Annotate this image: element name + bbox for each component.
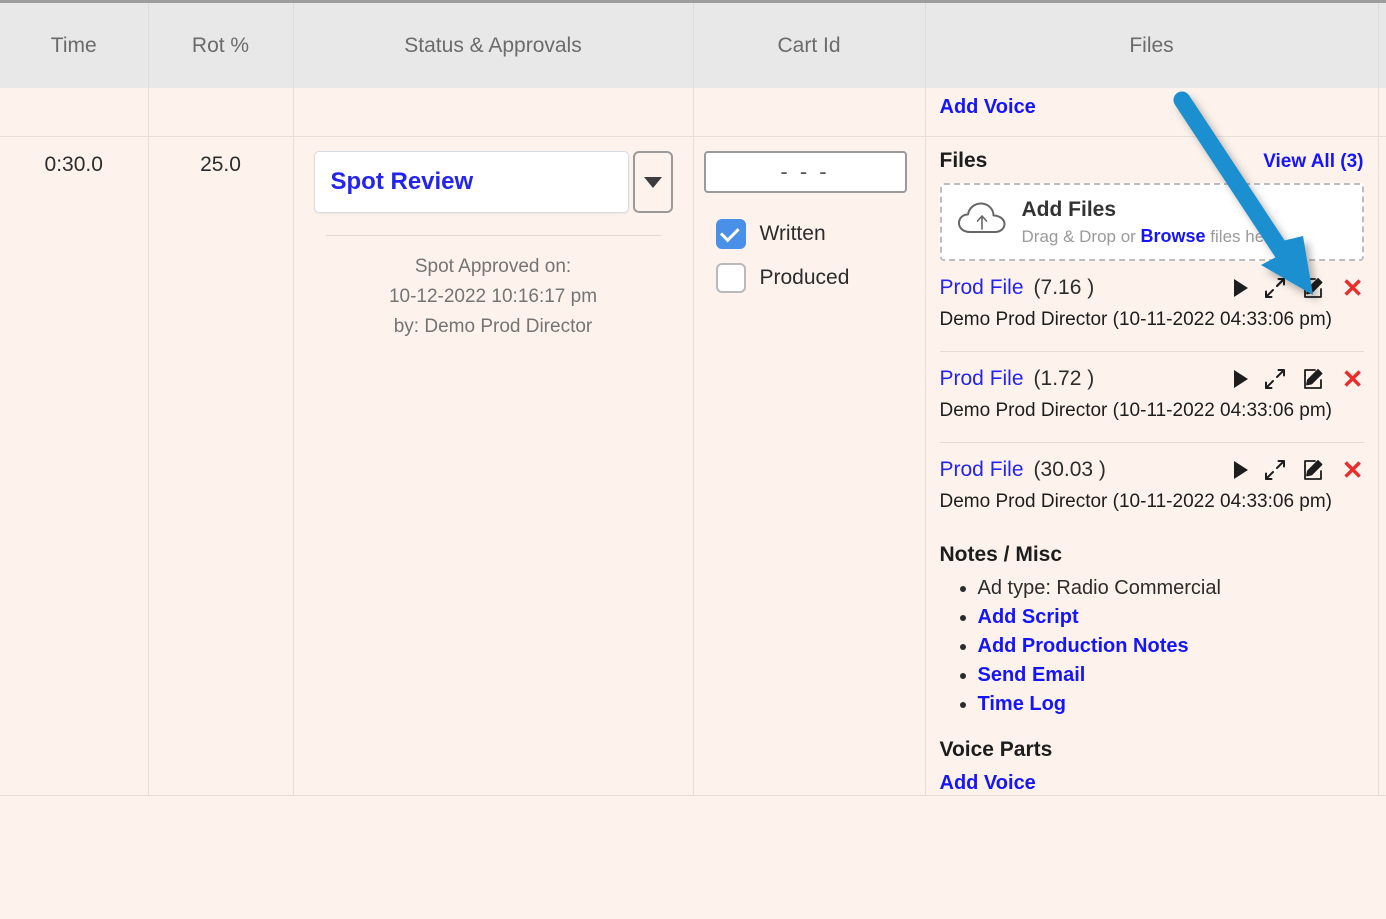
cart-id-input[interactable]: - - - <box>703 151 907 193</box>
delete-x-icon[interactable]: ✕ <box>1342 457 1364 483</box>
edit-pencil-icon[interactable] <box>1302 276 1326 300</box>
list-item: Add Production Notes <box>978 635 1364 658</box>
file-actions: ✕ <box>1233 275 1364 301</box>
column-header-cart[interactable]: Cart Id <box>693 3 926 88</box>
edit-pencil-icon[interactable] <box>1302 367 1326 391</box>
cell-time-partial <box>0 88 149 137</box>
cell-status-partial <box>293 88 694 137</box>
table-row-partial-top: Add Voice <box>0 88 1386 137</box>
expand-icon[interactable] <box>1264 277 1286 299</box>
status-select-display[interactable]: Spot Review <box>313 151 629 213</box>
cloud-upload-icon <box>956 200 1008 245</box>
dropzone-suffix: files here <box>1205 226 1280 246</box>
checkbox-row-produced[interactable]: Produced <box>715 263 907 293</box>
list-item: Ad type: Radio Commercial <box>978 577 1364 600</box>
expand-icon[interactable] <box>1264 459 1286 481</box>
expand-icon[interactable] <box>1264 368 1286 390</box>
file-size: (30.03 ) <box>1033 458 1106 481</box>
status-select[interactable]: Spot Review <box>313 151 673 213</box>
approved-label: Spot Approved on: <box>414 256 572 277</box>
dropzone-prefix: Drag & Drop or <box>1021 226 1141 246</box>
column-header-files[interactable]: Files <box>925 3 1379 88</box>
column-header-rot[interactable]: Rot % <box>148 3 294 88</box>
spots-table: Time Rot % Status & Approvals Cart Id Fi… <box>0 3 1386 796</box>
scrollbar-gutter[interactable] <box>1378 136 1386 796</box>
file-name-link[interactable]: Prod File <box>940 276 1024 300</box>
add-files-dropzone[interactable]: Add Files Drag & Drop or Browse files he… <box>939 183 1364 261</box>
add-script-link[interactable]: Add Script <box>978 606 1079 628</box>
table-row: 0:30.0 25.0 Spot Review Spot Approved on… <box>0 136 1386 796</box>
checkbox-row-written[interactable]: Written <box>715 219 907 249</box>
delete-x-icon[interactable]: ✕ <box>1342 366 1364 392</box>
table-body: Add Voice 0:30.0 25.0 Spot Review Spot A… <box>0 88 1386 796</box>
notes-list: Ad type: Radio Commercial Add Script Add… <box>940 577 1364 716</box>
add-voice-link[interactable]: Add Voice <box>940 772 1036 794</box>
play-icon[interactable] <box>1233 370 1248 388</box>
column-header-status[interactable]: Status & Approvals <box>293 3 694 88</box>
cell-time: 0:30.0 <box>0 136 149 796</box>
add-voice-link-top[interactable]: Add Voice <box>940 96 1036 118</box>
scrollbar-gutter-partial <box>1378 88 1386 137</box>
written-checkbox[interactable] <box>715 219 746 249</box>
list-item: Time Log <box>978 693 1364 716</box>
file-list-item: Prod File (1.72 ) ✕ Demo Prod Director (… <box>939 351 1364 430</box>
cell-files-partial: Add Voice <box>925 88 1379 137</box>
table-header: Time Rot % Status & Approvals Cart Id Fi… <box>0 3 1386 88</box>
approved-by: by: Demo Prod Director <box>393 316 593 337</box>
notes-section-title: Notes / Misc <box>939 543 1063 566</box>
spot-files-grid: Time Rot % Status & Approvals Cart Id Fi… <box>0 0 1386 919</box>
files-section-header: Files View All (3) <box>940 149 1364 173</box>
file-name-link[interactable]: Prod File <box>940 367 1024 391</box>
cell-rot-partial <box>148 88 294 137</box>
voice-parts-title: Voice Parts <box>939 738 1053 761</box>
cell-cart: - - - Written Produced <box>693 136 926 796</box>
file-list-item: Prod File (30.03 ) ✕ Demo Prod Director … <box>939 442 1364 521</box>
view-all-link[interactable]: View All (3) <box>1263 151 1363 173</box>
file-meta: Demo Prod Director (10-11-2022 04:33:06 … <box>939 400 1333 421</box>
time-log-link[interactable]: Time Log <box>978 693 1067 715</box>
approval-info: Spot Approved on: 10-12-2022 10:16:17 pm… <box>314 252 673 342</box>
dropzone-title: Add Files <box>1021 197 1117 221</box>
cell-rot: 25.0 <box>148 136 294 796</box>
status-select-value: Spot Review <box>330 168 474 195</box>
file-size: (1.72 ) <box>1033 367 1095 390</box>
scrollbar-gutter-header <box>1378 3 1386 88</box>
file-actions: ✕ <box>1233 366 1364 392</box>
rot-value: 25.0 <box>200 153 241 176</box>
column-header-time[interactable]: Time <box>0 3 149 88</box>
file-meta: Demo Prod Director (10-11-2022 04:33:06 … <box>939 491 1333 512</box>
list-item: Send Email <box>978 664 1364 687</box>
cell-status: Spot Review Spot Approved on: 10-12-2022… <box>293 136 694 796</box>
file-size: (7.16 ) <box>1033 276 1095 299</box>
file-list-item: Prod File (7.16 ) ✕ Demo Prod Director (… <box>940 261 1364 339</box>
file-meta: Demo Prod Director (10-11-2022 04:33:06 … <box>939 309 1333 330</box>
dropzone-subtitle: Drag & Drop or Browse files here <box>1022 226 1280 247</box>
delete-x-icon[interactable]: ✕ <box>1342 275 1364 301</box>
send-email-link[interactable]: Send Email <box>978 664 1086 686</box>
status-divider <box>325 235 661 236</box>
edit-pencil-icon[interactable] <box>1302 458 1326 482</box>
cell-files: Files View All (3) Add Files Drag & Drop… <box>925 136 1379 796</box>
produced-checkbox[interactable] <box>715 263 746 293</box>
cell-cart-partial <box>693 88 926 137</box>
written-checkbox-label: Written <box>759 222 826 245</box>
file-actions: ✕ <box>1233 457 1364 483</box>
add-production-notes-link[interactable]: Add Production Notes <box>978 635 1189 657</box>
status-dropdown-button[interactable] <box>632 151 673 213</box>
approved-datetime: 10-12-2022 10:16:17 pm <box>388 286 598 307</box>
produced-checkbox-label: Produced <box>759 266 850 289</box>
time-value: 0:30.0 <box>44 153 103 176</box>
file-name-link[interactable]: Prod File <box>940 458 1024 482</box>
check-icon <box>719 221 740 242</box>
browse-link[interactable]: Browse <box>1141 226 1206 246</box>
chevron-down-icon <box>643 176 662 188</box>
play-icon[interactable] <box>1233 279 1248 297</box>
files-section-title: Files <box>939 149 988 172</box>
play-icon[interactable] <box>1233 461 1248 479</box>
list-item: Add Script <box>978 606 1364 629</box>
note-ad-type: Ad type: Radio Commercial <box>977 577 1221 599</box>
